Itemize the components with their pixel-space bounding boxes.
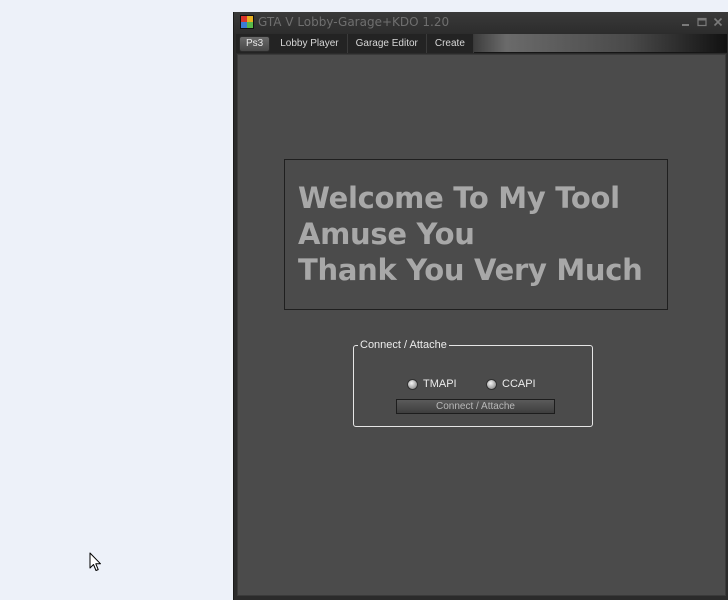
close-icon bbox=[713, 17, 723, 27]
connect-group-title: Connect / Attache bbox=[358, 338, 449, 352]
menu-tab-lobby-player[interactable]: Lobby Player bbox=[272, 34, 348, 53]
welcome-panel: Welcome To My Tool Amuse You Thank You V… bbox=[284, 159, 668, 310]
minimize-button[interactable] bbox=[680, 16, 692, 28]
close-button[interactable] bbox=[712, 16, 724, 28]
connect-attach-button[interactable]: Connect / Attache bbox=[396, 399, 555, 414]
tmapi-radio-label: TMAPI bbox=[423, 378, 457, 390]
app-icon bbox=[240, 15, 254, 29]
title-bar[interactable]: GTA V Lobby-Garage+KDO 1.20 bbox=[234, 12, 728, 34]
menu-bar: Ps3 Lobby Player Garage Editor Create bbox=[236, 34, 727, 53]
radio-circle-icon[interactable] bbox=[486, 378, 497, 390]
ccapi-radio[interactable]: CCAPI bbox=[486, 378, 536, 390]
tmapi-radio[interactable]: TMAPI bbox=[407, 378, 457, 390]
desktop: GTA V Lobby-Garage+KDO 1.20 Ps3 Lobby Pl… bbox=[0, 0, 728, 600]
maximize-icon bbox=[697, 17, 707, 27]
menu-tab-create[interactable]: Create bbox=[427, 34, 474, 53]
menu-tab-ps3[interactable]: Ps3 bbox=[239, 35, 271, 52]
connect-group-box: Connect / Attache TMAPI CCAPI Connect / … bbox=[353, 338, 593, 427]
window-title: GTA V Lobby-Garage+KDO 1.20 bbox=[258, 15, 450, 29]
client-area: Welcome To My Tool Amuse You Thank You V… bbox=[237, 54, 726, 596]
welcome-text-line: Amuse You bbox=[298, 217, 475, 251]
menu-tabs: Ps3 Lobby Player Garage Editor Create bbox=[236, 34, 474, 53]
mouse-pointer-icon bbox=[89, 552, 101, 571]
minimize-icon bbox=[682, 24, 689, 26]
radio-circle-icon[interactable] bbox=[407, 378, 418, 390]
ccapi-radio-label: CCAPI bbox=[502, 378, 536, 390]
welcome-text-line: Thank You Very Much bbox=[298, 253, 643, 287]
welcome-text-line: Welcome To My Tool bbox=[298, 181, 620, 215]
maximize-button[interactable] bbox=[696, 16, 708, 28]
app-window: GTA V Lobby-Garage+KDO 1.20 Ps3 Lobby Pl… bbox=[233, 12, 728, 600]
menu-tab-garage-editor[interactable]: Garage Editor bbox=[348, 34, 427, 53]
